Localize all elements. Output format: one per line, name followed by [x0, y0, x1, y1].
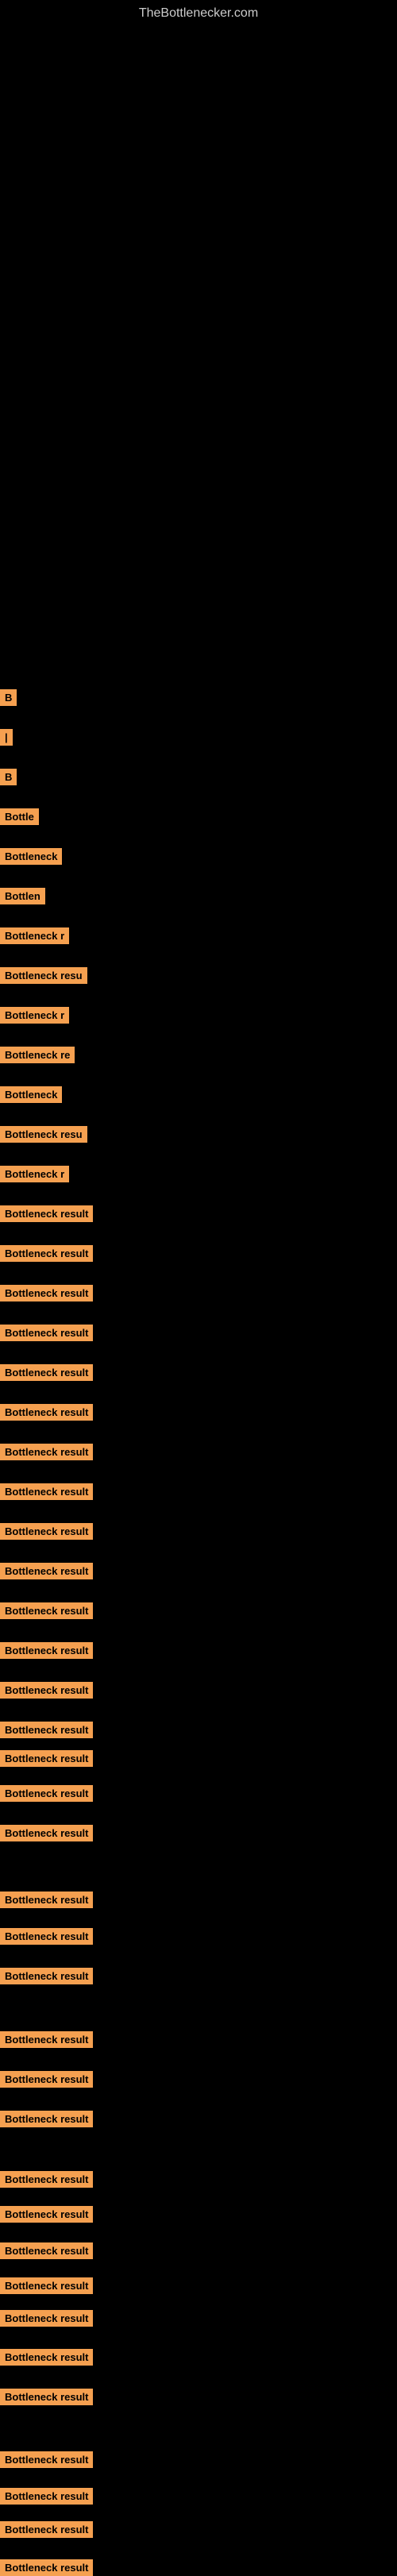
- bottleneck-label-46: Bottleneck result: [0, 2521, 93, 2538]
- bottleneck-item-2: |: [0, 731, 13, 745]
- bottleneck-item-33: Bottleneck result: [0, 1969, 93, 1984]
- bottleneck-label-21: Bottleneck result: [0, 1483, 93, 1500]
- bottleneck-label-25: Bottleneck result: [0, 1642, 93, 1659]
- bottleneck-item-29: Bottleneck result: [0, 1787, 93, 1801]
- bottleneck-label-37: Bottleneck result: [0, 2171, 93, 2188]
- bottleneck-label-33: Bottleneck result: [0, 1968, 93, 1984]
- bottleneck-item-13: Bottleneck r: [0, 1167, 69, 1182]
- bottleneck-label-28: Bottleneck result: [0, 1750, 93, 1767]
- bottleneck-item-16: Bottleneck result: [0, 1286, 93, 1301]
- bottleneck-item-20: Bottleneck result: [0, 1445, 93, 1460]
- bottleneck-label-43: Bottleneck result: [0, 2389, 93, 2405]
- bottleneck-label-26: Bottleneck result: [0, 1682, 93, 1699]
- bottleneck-item-31: Bottleneck result: [0, 1893, 93, 1907]
- bottleneck-label-17: Bottleneck result: [0, 1325, 93, 1341]
- bottleneck-item-11: Bottleneck: [0, 1088, 62, 1102]
- bottleneck-item-44: Bottleneck result: [0, 2453, 93, 2467]
- bottleneck-item-12: Bottleneck resu: [0, 1128, 87, 1142]
- bottleneck-item-47: Bottleneck result: [0, 2561, 93, 2575]
- bottleneck-item-8: Bottleneck resu: [0, 969, 87, 983]
- bottleneck-label-22: Bottleneck result: [0, 1523, 93, 1540]
- bottleneck-item-6: Bottlen: [0, 889, 45, 904]
- bottleneck-item-36: Bottleneck result: [0, 2112, 93, 2127]
- bottleneck-item-24: Bottleneck result: [0, 1604, 93, 1618]
- bottleneck-item-32: Bottleneck result: [0, 1930, 93, 1944]
- bottleneck-label-39: Bottleneck result: [0, 2242, 93, 2259]
- bottleneck-item-45: Bottleneck result: [0, 2489, 93, 2504]
- bottleneck-item-1: B: [0, 691, 17, 705]
- bottleneck-label-9: Bottleneck r: [0, 1007, 69, 1024]
- bottleneck-item-17: Bottleneck result: [0, 1326, 93, 1340]
- bottleneck-item-3: B: [0, 770, 17, 785]
- bottleneck-label-6: Bottlen: [0, 888, 45, 904]
- bottleneck-item-30: Bottleneck result: [0, 1826, 93, 1841]
- bottleneck-label-18: Bottleneck result: [0, 1364, 93, 1381]
- bottleneck-label-34: Bottleneck result: [0, 2031, 93, 2048]
- bottleneck-label-38: Bottleneck result: [0, 2206, 93, 2223]
- bottleneck-item-38: Bottleneck result: [0, 2208, 93, 2222]
- bottleneck-label-12: Bottleneck resu: [0, 1126, 87, 1143]
- bottleneck-label-11: Bottleneck: [0, 1086, 62, 1103]
- bottleneck-label-31: Bottleneck result: [0, 1892, 93, 1908]
- bottleneck-label-27: Bottleneck result: [0, 1722, 93, 1738]
- bottleneck-label-8: Bottleneck resu: [0, 967, 87, 984]
- bottleneck-item-37: Bottleneck result: [0, 2173, 93, 2187]
- bottleneck-item-5: Bottleneck: [0, 850, 62, 864]
- bottleneck-item-14: Bottleneck result: [0, 1207, 93, 1221]
- bottleneck-label-24: Bottleneck result: [0, 1602, 93, 1619]
- bottleneck-item-7: Bottleneck r: [0, 929, 69, 943]
- bottleneck-item-27: Bottleneck result: [0, 1723, 93, 1737]
- bottleneck-label-44: Bottleneck result: [0, 2451, 93, 2468]
- bottleneck-label-36: Bottleneck result: [0, 2111, 93, 2127]
- bottleneck-item-9: Bottleneck r: [0, 1008, 69, 1023]
- bottleneck-item-41: Bottleneck result: [0, 2312, 93, 2326]
- bottleneck-label-7: Bottleneck r: [0, 927, 69, 944]
- bottleneck-item-10: Bottleneck re: [0, 1048, 75, 1062]
- bottleneck-item-23: Bottleneck result: [0, 1564, 93, 1579]
- bottleneck-label-14: Bottleneck result: [0, 1205, 93, 1222]
- bottleneck-item-22: Bottleneck result: [0, 1525, 93, 1539]
- bottleneck-item-34: Bottleneck result: [0, 2033, 93, 2047]
- bottleneck-item-46: Bottleneck result: [0, 2523, 93, 2537]
- bottleneck-label-45: Bottleneck result: [0, 2488, 93, 2505]
- bottleneck-label-2: |: [0, 729, 13, 746]
- bottleneck-label-40: Bottleneck result: [0, 2277, 93, 2294]
- bottleneck-item-18: Bottleneck result: [0, 1366, 93, 1380]
- bottleneck-label-4: Bottle: [0, 808, 39, 825]
- bottleneck-item-42: Bottleneck result: [0, 2350, 93, 2365]
- bottleneck-item-39: Bottleneck result: [0, 2244, 93, 2258]
- bottleneck-label-1: B: [0, 689, 17, 706]
- bottleneck-item-19: Bottleneck result: [0, 1406, 93, 1420]
- bottleneck-label-20: Bottleneck result: [0, 1444, 93, 1460]
- bottleneck-label-19: Bottleneck result: [0, 1404, 93, 1421]
- bottleneck-label-5: Bottleneck: [0, 848, 62, 865]
- bottleneck-label-30: Bottleneck result: [0, 1825, 93, 1841]
- bottleneck-label-23: Bottleneck result: [0, 1563, 93, 1579]
- bottleneck-item-35: Bottleneck result: [0, 2073, 93, 2087]
- bottleneck-label-41: Bottleneck result: [0, 2310, 93, 2327]
- bottleneck-item-26: Bottleneck result: [0, 1683, 93, 1698]
- bottleneck-label-15: Bottleneck result: [0, 1245, 93, 1262]
- bottleneck-label-29: Bottleneck result: [0, 1785, 93, 1802]
- bottleneck-item-40: Bottleneck result: [0, 2279, 93, 2293]
- bottleneck-label-42: Bottleneck result: [0, 2349, 93, 2366]
- bottleneck-item-43: Bottleneck result: [0, 2390, 93, 2404]
- bottleneck-label-16: Bottleneck result: [0, 1285, 93, 1301]
- bottleneck-item-15: Bottleneck result: [0, 1247, 93, 1261]
- bottleneck-item-21: Bottleneck result: [0, 1485, 93, 1499]
- bottleneck-label-32: Bottleneck result: [0, 1928, 93, 1945]
- bottleneck-item-28: Bottleneck result: [0, 1752, 93, 1766]
- bottleneck-label-10: Bottleneck re: [0, 1047, 75, 1063]
- bottleneck-item-4: Bottle: [0, 810, 39, 824]
- bottleneck-label-13: Bottleneck r: [0, 1166, 69, 1182]
- bottleneck-item-25: Bottleneck result: [0, 1644, 93, 1658]
- site-title: TheBottlenecker.com: [0, 0, 397, 24]
- bottleneck-label-47: Bottleneck result: [0, 2559, 93, 2576]
- bottleneck-label-35: Bottleneck result: [0, 2071, 93, 2088]
- bottleneck-label-3: B: [0, 769, 17, 785]
